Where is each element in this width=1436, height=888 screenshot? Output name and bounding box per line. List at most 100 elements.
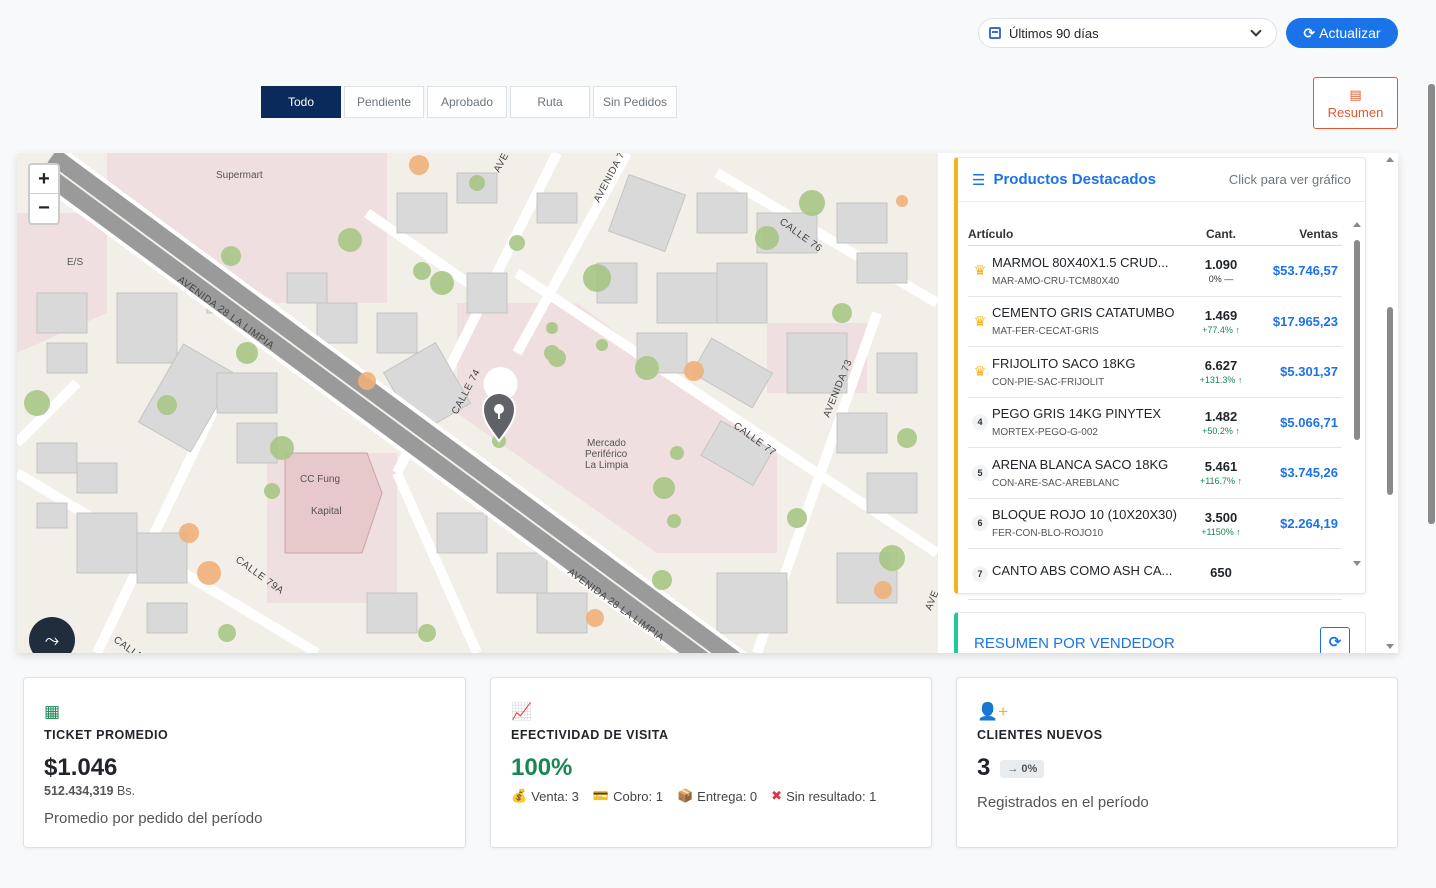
map[interactable]: Supermart E/S Mercado Periférico La Limp… [17,153,938,653]
product-qty: 6.627 [1204,358,1238,374]
product-sales: $3.745,26 [1280,465,1338,481]
product-cell: CEMENTO GRIS CATATUMBO MAT-FER-CECAT-GRIS [992,305,1190,337]
rank-cell: 4 [968,414,992,431]
featured-products-card: ☰ Productos Destacados Click para ver gr… [954,157,1366,600]
right-column-scrollbar[interactable] [1386,157,1394,649]
zoom-in-button[interactable]: + [30,165,58,194]
product-qty: 5.461 [1204,459,1238,475]
map-label-mercado-2: Periférico [585,449,628,460]
list-icon: ☰ [972,171,986,189]
table-header: Artículo Cant. Ventas [968,222,1342,246]
receipt-icon: ▦ [44,702,61,721]
visit-stat-text: Cobro: 1 [613,788,663,804]
qty-cell: 1.469 +77.4% ↑ [1190,308,1252,335]
product-name: CEMENTO GRIS CATATUMBO [992,305,1175,321]
visit-value: 100% [511,754,573,781]
tab-pendiente[interactable]: Pendiente [344,86,424,118]
tab-sin-pedidos[interactable]: Sin Pedidos [593,86,677,118]
chart-hint[interactable]: Click para ver gráfico [1229,172,1351,187]
visit-stat: ✖ Sin resultado: 1 [771,788,876,804]
table-row[interactable]: 7 CANTO ABS COMO ASH CA... 650 [968,549,1342,600]
map-zoom-control: + − [28,163,60,225]
table-scrollbar[interactable] [1353,222,1361,566]
tab-aprobado[interactable]: Aprobado [427,86,507,118]
table-row[interactable]: 5 ARENA BLANCA SACO 18KG CON-ARE-SAC-AREBL… [968,448,1342,499]
products-table: Artículo Cant. Ventas ♛ MARMOL 80X40X1.5 … [968,222,1342,600]
map-canvas: Supermart E/S Mercado Periférico La Limp… [17,153,938,653]
column-article[interactable]: Artículo [968,227,1190,241]
product-variation: 0% — [1208,274,1234,285]
visit-stat-text: Sin resultado: 1 [786,788,877,804]
refresh-label: Actualizar [1319,25,1381,41]
product-name: MARMOL 80X40X1.5 CRUD... [992,254,1169,270]
ticket-label: TICKET PROMEDIO [44,728,169,742]
visit-stat: 💳 Cobro: 1 [593,788,663,804]
zoom-out-button[interactable]: − [30,194,58,223]
table-row[interactable]: 6 BLOQUE ROJO 10 (10X20X30) FER-CON-BLO-RO… [968,499,1342,549]
right-column: ☰ Productos Destacados Click para ver gr… [954,153,1398,653]
product-name: CANTO ABS COMO ASH CA... [992,563,1173,579]
vendor-refresh-button[interactable]: ⟳ [1320,627,1350,653]
rank-cell: ♛ [968,363,992,380]
rank-badge: 4 [972,414,988,431]
qty-cell: 6.627 +131.3% ↑ [1190,358,1252,385]
refresh-button[interactable]: ⟳ Actualizar [1286,18,1398,48]
column-qty[interactable]: Cant. [1190,227,1252,241]
status-tabs: Todo Pendiente Aprobado Ruta Sin Pedidos [261,86,677,118]
table-row[interactable]: ♛ FRIJOLITO SACO 18KG CON-PIE-SAC-FRIJOLIT… [968,347,1342,398]
visit-stat-text: Venta: 3 [531,788,579,804]
main-panel: Supermart E/S Mercado Periférico La Limp… [17,153,1398,653]
table-row[interactable]: ♛ MARMOL 80X40X1.5 CRUD... MAR-AMO-CRU-TCM… [968,246,1342,297]
visit-stats: 💰 Venta: 3 💳 Cobro: 1 📦 Entrega: 0 ✖ Sin result… [511,788,911,804]
calendar-icon [989,27,1001,39]
product-cell: ARENA BLANCA SACO 18KG CON-ARE-SAC-AREBLA… [992,457,1190,489]
money-bag-icon: 💰 [511,788,528,803]
new-clients-card: 👤+ CLIENTES NUEVOS 3 → 0% Registrados en … [956,677,1398,848]
rank-cell: ♛ [968,313,992,330]
ticket-sub-value: 512.434,319 Bs. [44,784,445,798]
refresh-icon: ⟳ [1303,24,1316,41]
page-scrollbar[interactable] [1428,84,1435,524]
resumen-button[interactable]: ▤ Resumen [1313,77,1398,129]
ticket-bs-unit: Bs. [117,784,136,798]
qty-cell: 3.500 +1150% ↑ [1190,510,1252,537]
bar-chart-icon: ▤ [1349,86,1362,102]
visit-stat: 💰 Venta: 3 [511,788,579,804]
tab-ruta[interactable]: Ruta [510,86,590,118]
product-qty: 1.469 [1204,307,1238,323]
route-icon: ⤳ [44,629,60,650]
visit-card: 📈 EFECTIVIDAD DE VISITA 100% 💰 Venta: 3 💳 C… [490,677,932,848]
product-code: CON-PIE-SAC-FRIJOLIT [992,376,1105,388]
rank-cell: 5 [968,464,992,481]
crown-icon: ♛ [973,262,987,279]
resumen-label: Resumen [1327,104,1384,120]
crown-icon: ♛ [973,312,987,329]
product-qty: 1.482 [1204,408,1238,424]
rank-badge: 6 [972,515,988,532]
map-label-cc-1: CC Fung [300,474,340,485]
tab-todo[interactable]: Todo [261,86,341,118]
map-label-supermart: Supermart [216,170,263,181]
qty-cell: 1.090 0% — [1190,257,1252,284]
product-name: BLOQUE ROJO 10 (10X20X30) [992,507,1177,523]
table-row[interactable]: ♛ CEMENTO GRIS CATATUMBO MAT-FER-CECAT-GRI… [968,297,1342,347]
qty-cell: 1.482 +50.2% ↑ [1190,409,1252,436]
cross-icon: ✖ [771,788,783,803]
product-name: ARENA BLANCA SACO 18KG [992,456,1169,472]
qty-cell: 650 [1190,565,1252,582]
ticket-desc: Promedio por pedido del período [44,810,263,827]
product-qty: 650 [1210,565,1232,581]
new-clients-label: CLIENTES NUEVOS [977,728,1103,742]
new-clients-chip: → 0% [1000,759,1045,778]
new-clients-desc: Registrados en el período [977,794,1149,811]
product-qty: 3.500 [1204,509,1238,525]
column-sales[interactable]: Ventas [1252,227,1342,241]
package-icon: 📦 [676,788,694,803]
table-row[interactable]: 4 PEGO GRIS 14KG PINYTEX MORTEX-PEGO-G-002… [968,398,1342,448]
product-cell: FRIJOLITO SACO 18KG CON-PIE-SAC-FRIJOLIT [992,356,1190,388]
vendor-summary-title[interactable]: RESUMEN POR VENDEDOR [974,635,1175,652]
period-select[interactable]: Últimos 90 días [978,18,1277,48]
refresh-icon: ⟳ [1328,634,1342,651]
product-variation: +50.2% ↑ [1202,425,1240,436]
rank-cell: 6 [968,515,992,532]
